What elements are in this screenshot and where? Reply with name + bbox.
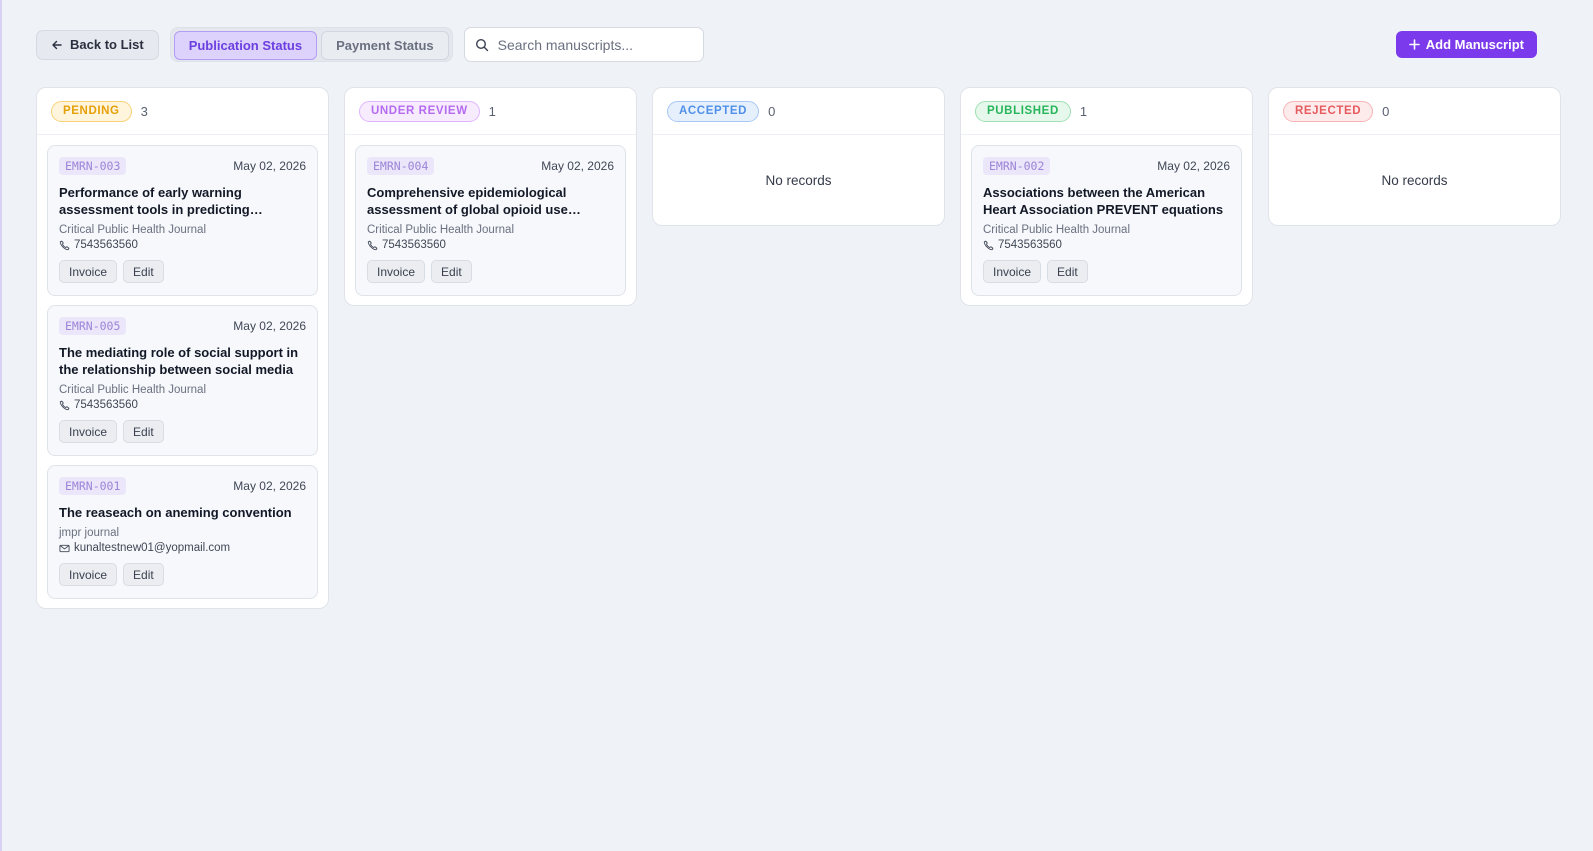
search-box (463, 27, 704, 62)
journal-name: Critical Public Health Journal (983, 224, 1131, 236)
card-header: EMRN-004 May 02, 2026 (367, 157, 614, 175)
manuscript-title: The reaseach on aneming convention (59, 505, 292, 520)
tab-payment-status[interactable]: Payment Status (321, 31, 449, 60)
column-count: 0 (1382, 103, 1390, 119)
manuscript-date: May 02, 2026 (233, 319, 306, 333)
manuscript-code: EMRN-002 (983, 157, 1051, 175)
status-badge: UNDER REVIEW (359, 100, 480, 122)
card-actions: Invoice Edit (367, 260, 614, 283)
contact-info: 7543563560 (59, 399, 306, 411)
manuscript-title: The mediating role of social support in … (59, 345, 299, 377)
back-to-list-button[interactable]: Back to List (36, 29, 159, 60)
column-accepted: ACCEPTED 0 No records (652, 87, 945, 226)
search-icon (475, 38, 488, 51)
manuscript-title: Comprehensive epidemiological assessment… (367, 185, 568, 217)
edit-button[interactable]: Edit (123, 420, 164, 443)
manuscript-title: Associations between the American Heart … (983, 185, 1224, 217)
edit-button[interactable]: Edit (123, 260, 164, 283)
contact-value: kunaltestnew01@yopmail.com (74, 542, 231, 554)
arrow-left-icon (52, 40, 62, 49)
empty-state: No records (1381, 172, 1448, 188)
column-header: PENDING 3 (37, 88, 328, 135)
add-manuscript-label: Add Manuscript (1425, 37, 1524, 52)
card-header: EMRN-005 May 02, 2026 (59, 317, 306, 335)
journal-name: Critical Public Health Journal (59, 224, 207, 236)
phone-icon (59, 240, 70, 251)
contact-value: 7543563560 (74, 399, 138, 411)
contact-info: 7543563560 (983, 239, 1230, 251)
card-header: EMRN-003 May 02, 2026 (59, 157, 306, 175)
manuscript-card[interactable]: EMRN-002 May 02, 2026 Associations betwe… (971, 145, 1242, 296)
contact-info: 7543563560 (367, 239, 614, 251)
manuscript-date: May 02, 2026 (233, 159, 306, 173)
search-input[interactable] (497, 36, 688, 53)
manuscript-date: May 02, 2026 (541, 159, 614, 173)
kanban-board: PENDING 3 EMRN-003 May 02, 2026 Performa… (36, 87, 1561, 609)
status-badge: REJECTED (1283, 100, 1374, 122)
journal-name: Critical Public Health Journal (59, 384, 207, 396)
status-badge: PUBLISHED (975, 100, 1071, 122)
card-actions: Invoice Edit (59, 563, 306, 586)
phone-icon (983, 240, 994, 251)
back-to-list-label: Back to List (70, 37, 144, 52)
column-rejected: REJECTED 0 No records (1268, 87, 1561, 226)
column-published: PUBLISHED 1 EMRN-002 May 02, 2026 Associ… (960, 87, 1253, 306)
card-header: EMRN-001 May 02, 2026 (59, 477, 306, 495)
invoice-button[interactable]: Invoice (59, 563, 118, 586)
column-count: 1 (1079, 103, 1088, 119)
column-pending: PENDING 3 EMRN-003 May 02, 2026 Performa… (36, 87, 329, 609)
manuscript-date: May 02, 2026 (233, 479, 306, 493)
column-count: 0 (768, 103, 776, 119)
add-manuscript-button[interactable]: Add Manuscript (1395, 31, 1537, 58)
column-under-review: UNDER REVIEW 1 EMRN-004 May 02, 2026 Com… (344, 87, 637, 306)
status-badge: PENDING (51, 100, 132, 122)
manuscript-code: EMRN-005 (59, 317, 127, 335)
tab-publication-status[interactable]: Publication Status (173, 31, 318, 60)
invoice-button[interactable]: Invoice (983, 260, 1042, 283)
invoice-button[interactable]: Invoice (367, 260, 426, 283)
card-header: EMRN-002 May 02, 2026 (983, 157, 1230, 175)
manuscript-code: EMRN-001 (59, 477, 127, 495)
journal-name: jmpr journal (59, 527, 120, 539)
manuscript-title: Performance of early warning assessment … (59, 185, 250, 217)
column-header: ACCEPTED 0 (653, 88, 944, 135)
column-header: PUBLISHED 1 (961, 88, 1252, 135)
contact-value: 7543563560 (74, 239, 138, 251)
contact-info: kunaltestnew01@yopmail.com (59, 542, 306, 554)
card-actions: Invoice Edit (59, 260, 306, 283)
invoice-button[interactable]: Invoice (59, 420, 118, 443)
manuscript-code: EMRN-004 (367, 157, 435, 175)
contact-value: 7543563560 (998, 239, 1062, 251)
status-badge: ACCEPTED (667, 100, 760, 122)
manuscript-card[interactable]: EMRN-005 May 02, 2026 The mediating role… (47, 305, 318, 456)
card-actions: Invoice Edit (59, 420, 306, 443)
invoice-button[interactable]: Invoice (59, 260, 118, 283)
column-body: EMRN-002 May 02, 2026 Associations betwe… (961, 135, 1252, 296)
edit-button[interactable]: Edit (123, 563, 164, 586)
contact-info: 7543563560 (59, 239, 306, 251)
column-count: 3 (140, 103, 148, 119)
toolbar: Back to List Publication Status Payment … (36, 27, 1537, 62)
status-view-switcher: Publication Status Payment Status (169, 27, 453, 62)
phone-icon (367, 240, 378, 251)
mail-icon (59, 543, 70, 554)
phone-icon (59, 400, 70, 411)
column-body: EMRN-003 May 02, 2026 Performance of ear… (37, 135, 328, 599)
column-header: REJECTED 0 (1269, 88, 1560, 135)
edit-button[interactable]: Edit (1047, 260, 1088, 283)
plus-icon (1408, 39, 1420, 50)
contact-value: 7543563560 (382, 239, 446, 251)
manuscript-date: May 02, 2026 (1157, 159, 1230, 173)
column-body: EMRN-004 May 02, 2026 Comprehensive epid… (345, 135, 636, 296)
manuscript-card[interactable]: EMRN-004 May 02, 2026 Comprehensive epid… (355, 145, 626, 296)
card-actions: Invoice Edit (983, 260, 1230, 283)
column-header: UNDER REVIEW 1 (345, 88, 636, 135)
edit-button[interactable]: Edit (431, 260, 472, 283)
manuscript-card[interactable]: EMRN-003 May 02, 2026 Performance of ear… (47, 145, 318, 296)
manuscript-code: EMRN-003 (59, 157, 127, 175)
empty-state: No records (765, 172, 832, 188)
journal-name: Critical Public Health Journal (367, 224, 515, 236)
manuscript-card[interactable]: EMRN-001 May 02, 2026 The reaseach on an… (47, 465, 318, 599)
column-count: 1 (488, 103, 496, 119)
